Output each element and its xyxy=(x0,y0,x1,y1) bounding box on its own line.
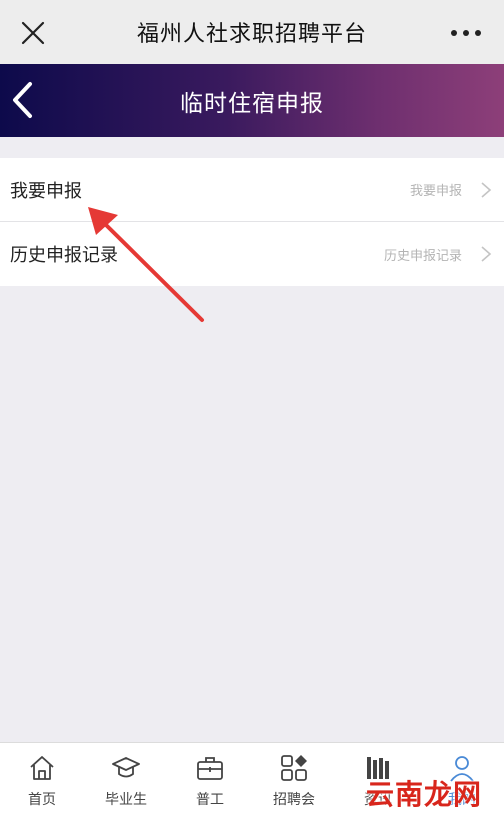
back-arrow-icon[interactable] xyxy=(10,80,34,120)
chevron-right-icon xyxy=(481,246,492,262)
home-icon xyxy=(30,756,54,780)
close-icon[interactable] xyxy=(20,20,46,46)
chevron-right-icon xyxy=(481,182,492,198)
watermark: 云南龙网 xyxy=(366,778,483,811)
more-icon[interactable] xyxy=(450,29,482,37)
list-item-hint: 历史申报记录 xyxy=(383,248,462,264)
tab-workers[interactable]: 普工 xyxy=(168,743,252,820)
page-header: 临时住宿申报 xyxy=(0,64,504,137)
briefcase-icon xyxy=(197,757,223,780)
list-item-apply[interactable]: 我要申报 我要申报 xyxy=(0,158,504,222)
list-item-hint: 我要申报 xyxy=(409,184,462,199)
top-bar: 福州人社求职招聘平台 xyxy=(0,0,504,64)
tab-label: 首页 xyxy=(28,792,56,808)
tab-job-fair[interactable]: 招聘会 xyxy=(252,743,336,820)
list-item-history[interactable]: 历史申报记录 历史申报记录 xyxy=(0,222,504,286)
list-item-label: 我要申报 xyxy=(10,180,82,202)
graduation-cap-icon xyxy=(112,757,140,778)
app-title: 福州人社求职招聘平台 xyxy=(136,22,367,47)
tab-label: 招聘会 xyxy=(273,792,315,808)
menu-list: 我要申报 我要申报 历史申报记录 历史申报记录 xyxy=(0,158,504,286)
apps-grid-icon xyxy=(281,755,307,781)
page-title: 临时住宿申报 xyxy=(180,90,324,117)
tab-home[interactable]: 首页 xyxy=(0,743,84,820)
tab-label: 普工 xyxy=(196,792,224,808)
tab-graduates[interactable]: 毕业生 xyxy=(84,743,168,820)
list-item-label: 历史申报记录 xyxy=(10,245,118,266)
tab-label: 毕业生 xyxy=(105,792,147,808)
